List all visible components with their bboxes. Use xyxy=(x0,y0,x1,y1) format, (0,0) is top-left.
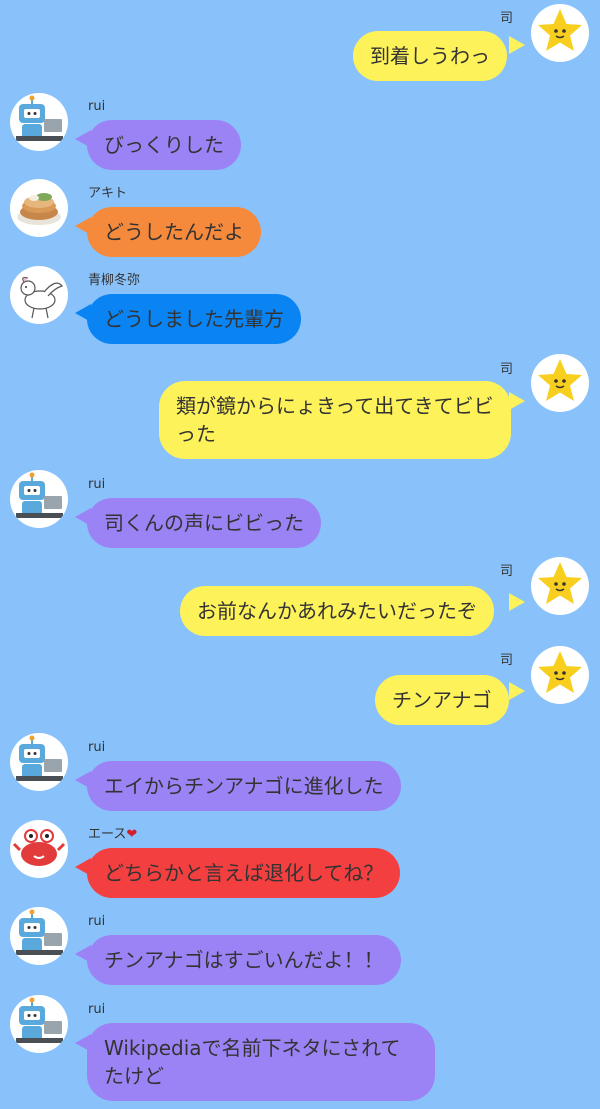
message-bubble[interactable]: チンアナゴはすごいんだよ！！ xyxy=(87,935,401,985)
sender-name: 司 xyxy=(500,11,514,26)
sender-name: rui xyxy=(88,914,106,929)
robot-avatar[interactable] xyxy=(10,733,68,791)
star-avatar[interactable] xyxy=(531,557,589,615)
sender-name: アキト xyxy=(88,186,128,201)
robot-avatar[interactable] xyxy=(10,470,68,528)
sender-name: 青柳冬弥 xyxy=(88,273,141,288)
message-bubble[interactable]: びっくりした xyxy=(87,120,241,170)
sender-name: 司 xyxy=(500,564,514,579)
star-avatar[interactable] xyxy=(531,646,589,704)
sender-name: 司 xyxy=(500,362,514,377)
message-bubble[interactable]: お前なんかあれみたいだったぞ xyxy=(180,586,494,636)
heart-icon: ❤ xyxy=(126,827,138,842)
message-bubble[interactable]: どちらかと言えば退化してね？ xyxy=(87,848,401,898)
sender-name: rui xyxy=(88,99,106,114)
crab-avatar[interactable] xyxy=(10,820,68,878)
sender-name: rui xyxy=(88,1002,106,1017)
star-avatar[interactable] xyxy=(531,354,589,412)
robot-avatar[interactable] xyxy=(10,93,68,151)
sender-name: 司 xyxy=(500,653,514,668)
message-bubble[interactable]: チンアナゴ xyxy=(375,675,509,725)
pancake-avatar[interactable] xyxy=(10,179,68,237)
message-bubble[interactable]: Wikipediaで名前下ネタにされてたけど xyxy=(87,1023,435,1101)
robot-avatar[interactable] xyxy=(10,907,68,965)
message-bubble[interactable]: 到着しうわっ xyxy=(353,31,507,81)
robot-avatar[interactable] xyxy=(10,995,68,1053)
sender-name: エース❤ xyxy=(88,827,137,843)
sender-name: rui xyxy=(88,477,106,492)
star-avatar[interactable] xyxy=(531,4,589,62)
message-bubble[interactable]: エイからチンアナゴに進化した xyxy=(87,761,401,811)
message-bubble[interactable]: どうしたんだよ xyxy=(87,207,261,257)
message-bubble[interactable]: 司くんの声にビビった xyxy=(87,498,321,548)
sender-name-text: エース xyxy=(88,827,127,842)
pegasus-avatar[interactable] xyxy=(10,266,68,324)
message-bubble[interactable]: 類が鏡からにょきって出てきてビビった xyxy=(159,381,511,459)
message-bubble[interactable]: どうしました先輩方 xyxy=(87,294,301,344)
sender-name: rui xyxy=(88,740,106,755)
